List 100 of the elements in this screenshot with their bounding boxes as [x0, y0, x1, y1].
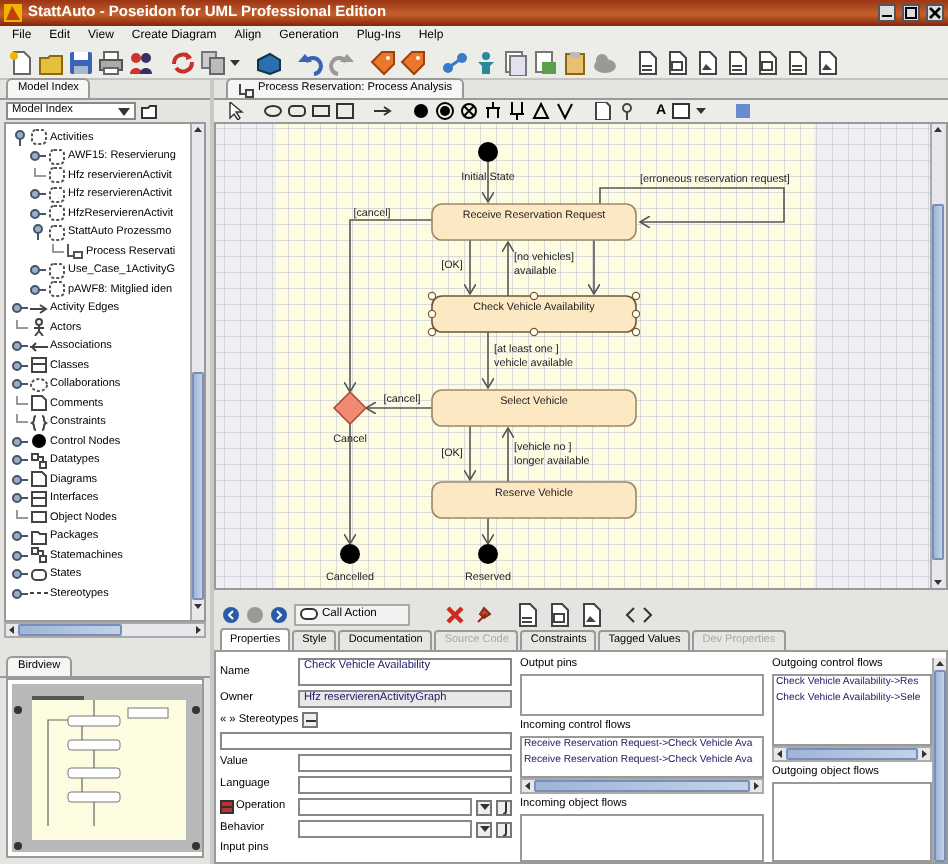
flow-arrow[interactable] — [365, 401, 433, 415]
action-node[interactable] — [431, 481, 637, 519]
scroll-thumb[interactable] — [534, 780, 750, 792]
action-node[interactable] — [431, 203, 637, 241]
scrollbar[interactable] — [930, 124, 944, 588]
input-field[interactable] — [298, 776, 512, 794]
input-field[interactable] — [298, 754, 512, 772]
initial-node[interactable] — [478, 142, 498, 162]
resize-handle[interactable] — [529, 291, 539, 301]
copy-icon[interactable] — [200, 49, 226, 75]
document-icon[interactable] — [694, 49, 720, 75]
combo-field[interactable] — [298, 820, 472, 838]
maximize-button[interactable] — [902, 4, 920, 22]
page-icon[interactable] — [532, 49, 558, 75]
pointer-icon[interactable] — [226, 102, 244, 120]
scroll-thumb[interactable] — [934, 670, 946, 862]
action-node[interactable] — [431, 295, 637, 333]
save-icon[interactable] — [68, 49, 94, 75]
dropdown-button[interactable] — [476, 799, 492, 815]
dropdown-button[interactable] — [476, 821, 492, 837]
arrow-icon[interactable] — [374, 102, 392, 120]
new-document-icon[interactable] — [8, 49, 34, 75]
connector-icon[interactable] — [442, 49, 468, 75]
chevron-right-icon[interactable] — [642, 605, 654, 623]
action-node[interactable] — [431, 389, 637, 427]
merge-icon[interactable] — [556, 102, 574, 120]
scroll-thumb[interactable] — [932, 204, 944, 560]
chevron-left-icon[interactable] — [624, 605, 636, 623]
expand-toggle-icon[interactable] — [12, 528, 28, 545]
document-icon[interactable] — [634, 49, 660, 75]
close-button[interactable] — [926, 4, 944, 22]
document-icon[interactable] — [754, 49, 780, 75]
minimize-button[interactable] — [878, 4, 896, 22]
expand-toggle-icon[interactable] — [12, 566, 28, 583]
document-icon[interactable] — [546, 601, 572, 627]
tag-icon[interactable] — [370, 49, 396, 75]
expand-toggle-icon[interactable] — [30, 148, 46, 165]
ellipse-icon[interactable] — [264, 102, 282, 120]
flow-arrow[interactable] — [587, 239, 601, 295]
scrollbar[interactable] — [932, 658, 946, 862]
clipboard-icon[interactable] — [562, 49, 588, 75]
expand-toggle-icon[interactable] — [12, 376, 28, 393]
expand-toggle-icon[interactable] — [30, 224, 46, 241]
scrollbar[interactable] — [772, 746, 932, 763]
stereotypes-field[interactable] — [220, 732, 512, 750]
flow-arrow[interactable] — [463, 239, 477, 295]
expand-toggle-icon[interactable] — [12, 547, 28, 564]
expand-toggle-icon[interactable] — [30, 262, 46, 279]
scrollbar[interactable] — [4, 622, 206, 638]
printer-icon[interactable] — [98, 49, 124, 75]
rectangle-icon[interactable] — [672, 102, 691, 120]
forward-icon[interactable] — [270, 605, 288, 623]
expand-toggle-icon[interactable] — [30, 205, 46, 222]
refresh-icon[interactable] — [170, 49, 196, 75]
document-icon[interactable] — [814, 49, 840, 75]
flow-arrow[interactable] — [343, 219, 433, 393]
expand-toggle-icon[interactable] — [12, 452, 28, 469]
scroll-thumb[interactable] — [192, 372, 204, 600]
fork-icon[interactable] — [484, 102, 502, 120]
expand-toggle-icon[interactable] — [12, 471, 28, 488]
expand-toggle-icon[interactable] — [12, 357, 28, 374]
join-icon[interactable] — [508, 102, 526, 120]
scroll-thumb[interactable] — [18, 624, 122, 636]
navigate-button[interactable] — [496, 799, 512, 815]
combo-field[interactable] — [298, 798, 472, 816]
final-node[interactable] — [478, 544, 498, 564]
scrollbar[interactable] — [190, 124, 204, 620]
edit-stereotypes-button[interactable] — [302, 712, 319, 728]
document-icon[interactable] — [664, 49, 690, 75]
triangle-icon[interactable] — [532, 102, 550, 120]
flow-arrow[interactable] — [501, 241, 515, 297]
scroll-thumb[interactable] — [786, 748, 918, 761]
document-icon[interactable] — [784, 49, 810, 75]
expand-toggle-icon[interactable] — [30, 186, 46, 203]
birdview-drawing[interactable] — [8, 680, 206, 856]
resize-handle[interactable] — [529, 327, 539, 337]
expand-toggle-icon[interactable] — [12, 585, 28, 602]
pages-icon[interactable] — [502, 49, 528, 75]
flow-arrow[interactable] — [463, 425, 477, 481]
document-icon[interactable] — [578, 601, 604, 627]
flow-arrow[interactable] — [481, 331, 495, 389]
flow-arrow[interactable] — [481, 517, 495, 545]
expand-toggle-icon[interactable] — [12, 338, 28, 355]
expand-toggle-icon[interactable] — [30, 281, 46, 298]
delete-icon[interactable] — [444, 603, 466, 625]
undo-icon[interactable] — [298, 49, 324, 75]
navigate-button[interactable] — [496, 821, 512, 837]
people-icon[interactable] — [128, 49, 154, 75]
expand-toggle-icon[interactable] — [12, 129, 28, 146]
back-icon[interactable] — [222, 605, 240, 623]
tag-icon[interactable] — [400, 49, 426, 75]
expand-toggle-icon[interactable] — [12, 490, 28, 507]
expand-toggle-icon[interactable] — [12, 300, 28, 317]
page-icon[interactable] — [594, 102, 612, 120]
rounded-rectangle-icon[interactable] — [288, 102, 306, 120]
scroll-down-icon[interactable] — [932, 576, 944, 588]
document-icon[interactable] — [724, 49, 750, 75]
decision-node[interactable] — [333, 391, 367, 425]
expand-toggle-icon[interactable] — [12, 433, 28, 450]
flow-arrow[interactable] — [501, 427, 515, 483]
